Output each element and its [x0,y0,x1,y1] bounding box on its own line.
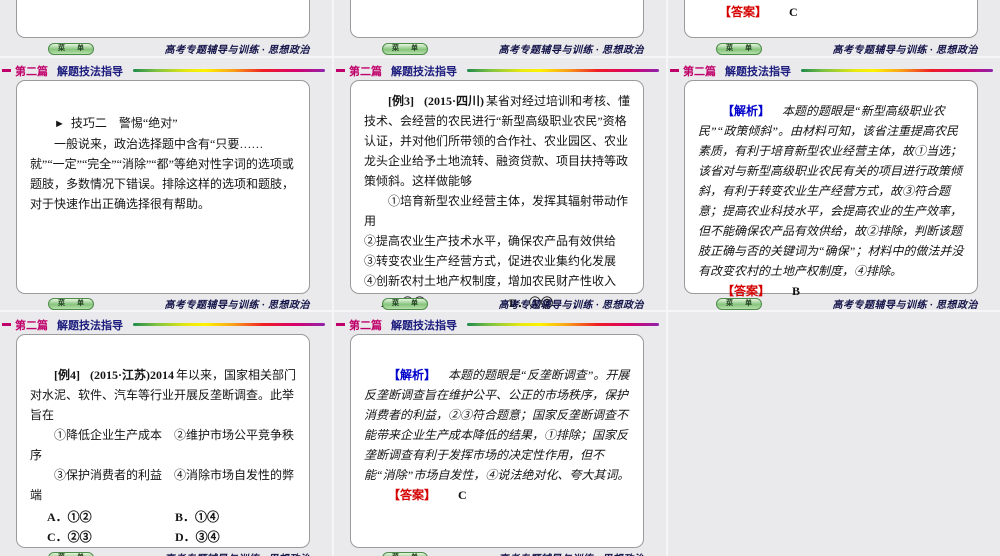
triangle-bullet-icon: ► [54,118,65,130]
analysis-label: 【解析】 [722,104,771,118]
header-dash-icon [336,323,345,326]
answer-label: 【答案】 [719,5,768,19]
section-label: 解题技法指导 [391,319,457,332]
slide-footer: 菜 单 高考专题辅导与训练 · 思想政治 [16,551,310,556]
slide-header: 第二篇 解题技法指导 [2,64,328,78]
answer-value: B [792,284,801,298]
header-dash-icon [336,69,345,72]
menu-button[interactable]: 菜 单 [382,551,428,556]
answer-label: 【答案】 [388,488,437,502]
question-stem: [例4] (2015·江苏)2014 年以来，国家相关部门对水泥、软件、汽车等行业开… [30,368,297,422]
section-label: 解题技法指导 [57,319,123,332]
slide-card[interactable]: 【解析】 本题的题眼是“新型高级职业农民”“政策倾斜”。由材料可知，该省注重提高农… [684,80,978,298]
slide-thumb-analysis3[interactable]: 第二篇 解题技法指导 【解析】 本题的题眼是“新型高级职业农民”“政策倾斜”。由材… [668,58,1000,310]
slide-footer: 菜 单 高考专题辅导与训练 · 思想政治 [350,42,644,56]
rainbow-rule [467,69,659,72]
slide-thumb-example3[interactable]: 第二篇 解题技法指导 [例3] (2015·四川) 某省对经过培训和考核、懂技术、会… [334,58,666,310]
header-dash-icon [2,323,11,326]
header-dash-icon [2,69,11,72]
tip-title: ► 技巧二 警惕“绝对” [54,116,178,130]
answer-label: 【答案】 [722,284,771,298]
rainbow-rule [467,323,659,326]
part-label: 第二篇 [349,319,382,332]
section-label: 解题技法指导 [725,65,791,78]
footer-course-label: 高考专题辅导与训练 · 思想政治 [164,300,310,310]
slide-thumb-analysis4[interactable]: 第二篇 解题技法指导 【解析】 本题的题眼是“反垄断调查”。开展反垄断调查旨在维护… [334,312,666,556]
statement-line: ①降低企业生产成本 ②维护市场公平竞争秩序 [30,428,295,462]
menu-button[interactable]: 菜 单 [48,551,94,556]
answer-line: 【答案】 C [685,0,977,21]
footer-course-label: 高考专题辅导与训练 · 思想政治 [498,300,644,310]
section-label: 解题技法指导 [391,65,457,78]
rainbow-rule [801,69,993,72]
menu-button[interactable]: 菜 单 [716,42,762,55]
slide-thumb-top-left[interactable]: 菜 单 高考专题辅导与训练 · 思想政治 [0,0,332,56]
option-list: A．①② B．①④ C．②③ D．③④ [47,507,296,547]
answer-value: C [789,5,798,19]
slide-card-bottom[interactable] [16,0,310,38]
question-stem: [例3] (2015·四川) 某省对经过培训和考核、懂技术、会经营的农民进行“新型高… [364,94,631,188]
menu-button[interactable]: 菜 单 [382,297,428,310]
slide-footer: 菜 单 高考专题辅导与训练 · 思想政治 [684,297,978,310]
menu-button[interactable]: 菜 单 [48,42,94,55]
menu-button[interactable]: 菜 单 [48,297,94,310]
slide-sorter-grid: 菜 单 高考专题辅导与训练 · 思想政治 菜 单 高考专题辅导与训练 · 思想政… [0,0,1000,556]
slide-card[interactable]: [例3] (2015·四川) 某省对经过培训和考核、懂技术、会经营的农民进行“新型高… [350,80,644,310]
part-label: 第二篇 [349,65,382,78]
part-label: 第二篇 [683,65,716,78]
analysis-paragraph: 【解析】 本题的题眼是“新型高级职业农民”“政策倾斜”。由材料可知，该省注重提高农… [698,104,964,278]
slide-card[interactable]: [例4] (2015·江苏)2014 年以来，国家相关部门对水泥、软件、汽车等行业开… [16,334,310,548]
slide-footer: 菜 单 高考专题辅导与训练 · 思想政治 [16,297,310,310]
section-label: 解题技法指导 [57,65,123,78]
slide-thumb-top-right[interactable]: 【答案】 C 菜 单 高考专题辅导与训练 · 思想政治 [668,0,1000,56]
slide-footer: 菜 单 高考专题辅导与训练 · 思想政治 [16,42,310,56]
analysis-label: 【解析】 [388,368,437,382]
statement-line: ②提高农业生产技术水平，确保农产品有效供给 [364,234,617,248]
menu-button[interactable]: 菜 单 [716,297,762,310]
statement-line: ③转变农业生产经营方式，促进农业集约化发展 ④创新农村土地产权制度，增加农民财产… [364,254,629,288]
part-label: 第二篇 [15,65,48,78]
slide-header: 第二篇 解题技法指导 [336,318,662,332]
footer-course-label: 高考专题辅导与训练 · 思想政治 [832,45,978,56]
option-c: C．②③ [47,530,92,544]
slide-footer: 菜 单 高考专题辅导与训练 · 思想政治 [684,42,978,56]
example-source: (2015·江苏)2014 [90,368,174,382]
footer-course-label: 高考专题辅导与训练 · 思想政治 [164,45,310,56]
answer-value: C [458,488,467,502]
footer-course-label: 高考专题辅导与训练 · 思想政治 [832,300,978,310]
footer-course-label: 高考专题辅导与训练 · 思想政治 [499,550,645,556]
slide-header: 第二篇 解题技法指导 [670,64,996,78]
rainbow-rule [133,69,325,72]
example-label: [例3] [388,94,414,108]
slide-card[interactable]: ► 技巧二 警惕“绝对” 一般说来，政治选择题中含有“只要……就”“一定”“完全”… [16,80,310,294]
option-a: A．①② [47,510,92,524]
footer-course-label: 高考专题辅导与训练 · 思想政治 [165,550,311,556]
answer-line: 【答案】 C [364,485,630,505]
option-b: B．①④ [175,510,220,524]
empty-cell [668,312,1000,556]
analysis-paragraph: 【解析】 本题的题眼是“反垄断调查”。开展反垄断调查旨在维护公平、公正的市场秩序，… [364,368,630,482]
option-d: D．③④ [175,530,220,544]
tip-body: 一般说来，政治选择题中含有“只要……就”“一定”“完全”“消除”“都”等绝对性字… [30,137,295,211]
slide-card-bottom[interactable]: 【答案】 C [684,0,978,38]
header-dash-icon [670,69,679,72]
slide-thumb-example4[interactable]: 第二篇 解题技法指导 [例4] (2015·江苏)2014 年以来，国家相关部门对水… [0,312,332,556]
slide-card-bottom[interactable] [350,0,644,38]
part-label: 第二篇 [15,319,48,332]
slide-card[interactable]: 【解析】 本题的题眼是“反垄断调查”。开展反垄断调查旨在维护公平、公正的市场秩序，… [350,334,644,548]
slide-thumb-top-center[interactable]: 菜 单 高考专题辅导与训练 · 思想政治 [334,0,666,56]
example-source: (2015·四川) [424,94,484,108]
slide-footer: 菜 单 高考专题辅导与训练 · 思想政治 [350,551,644,556]
footer-course-label: 高考专题辅导与训练 · 思想政治 [498,45,644,56]
example-label: [例4] [54,368,80,382]
rainbow-rule [133,323,325,326]
menu-button[interactable]: 菜 单 [382,42,428,55]
slide-thumb-tip[interactable]: 第二篇 解题技法指导 ► 技巧二 警惕“绝对” 一般说来，政治选择题中含有“只要…… [0,58,332,310]
slide-header: 第二篇 解题技法指导 [2,318,328,332]
statement-line: ③保护消费者的利益 ④消除市场自发性的弊端 [30,468,295,502]
slide-header: 第二篇 解题技法指导 [336,64,662,78]
statement-line: ①培育新型农业经营主体，发挥其辐射带动作用 [364,194,629,228]
